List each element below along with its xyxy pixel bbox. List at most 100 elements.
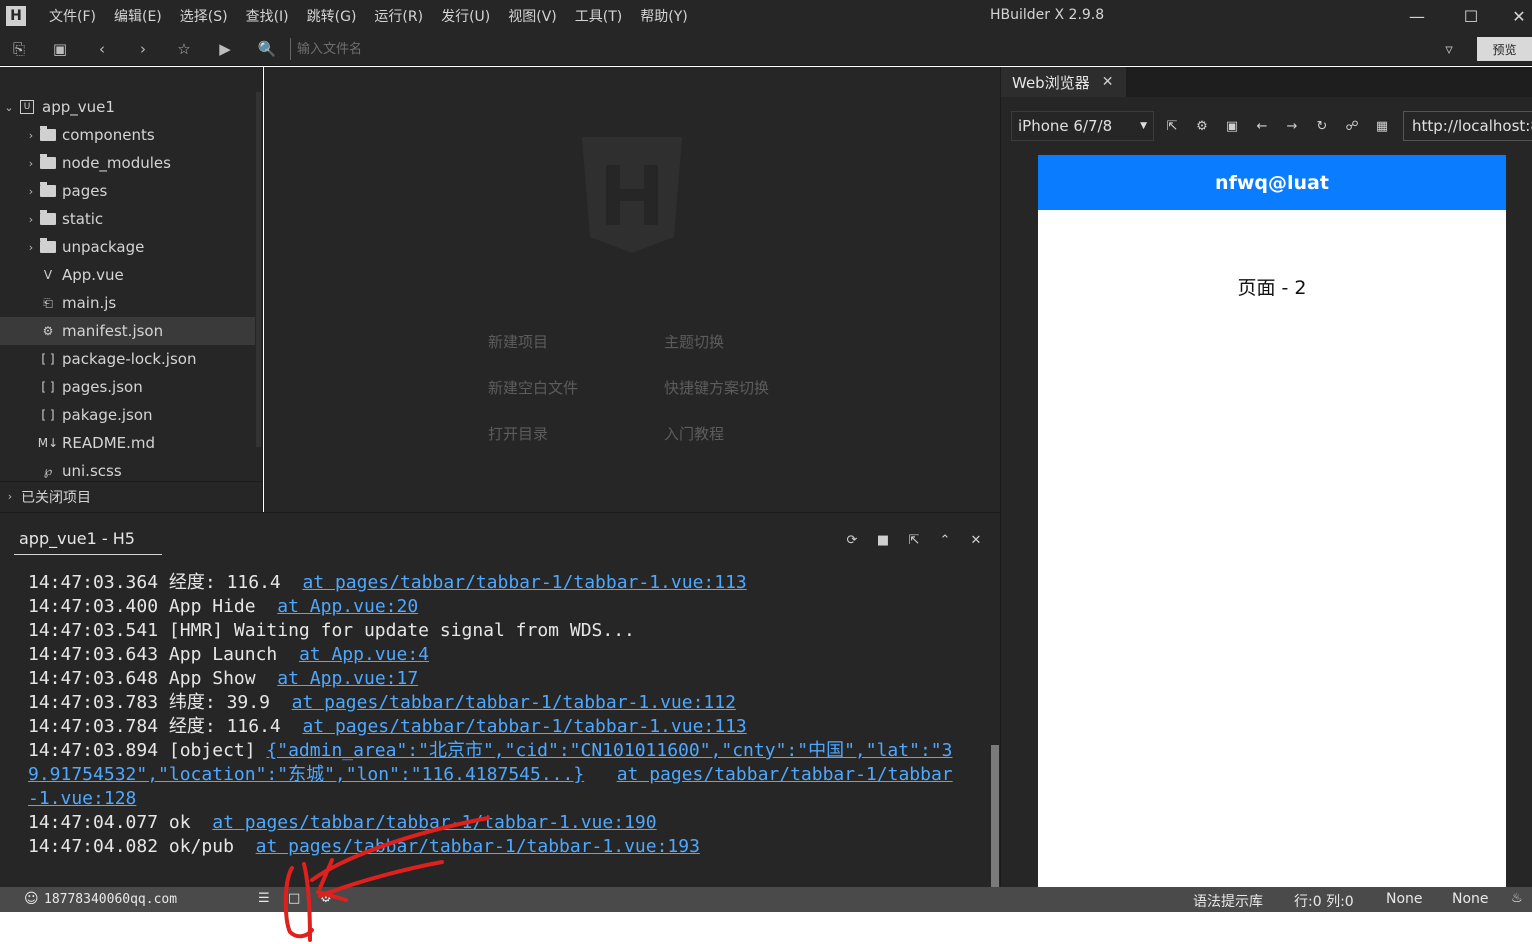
keymap-switch-link[interactable]: 快捷键方案切换 xyxy=(664,377,769,398)
sidebar-item-pakage-json[interactable]: [ ] pakage.json xyxy=(0,401,255,429)
close-tab-icon[interactable]: ✕ xyxy=(1102,74,1114,90)
new-file-icon[interactable]: ⎘ xyxy=(10,40,28,58)
log-line: 9.91754532","location":"东城","lon":"116.4… xyxy=(28,763,978,787)
sidebar-item-manifest-json[interactable]: ⚙ manifest.json xyxy=(0,317,255,345)
restart-icon[interactable]: ⟳ xyxy=(843,531,861,549)
sidebar-item-unpackage[interactable]: › unpackage xyxy=(0,233,255,261)
source-link[interactable]: at pages/tabbar/tabbar-1/tabbar xyxy=(617,764,953,785)
menu-item[interactable]: 文件(F) xyxy=(40,6,105,26)
preview-file-icon[interactable]: 🔍 xyxy=(258,40,277,58)
maximize-icon[interactable]: ☐ xyxy=(1448,0,1494,32)
close-window-icon[interactable]: ✕ xyxy=(1496,0,1532,32)
sidebar-item-readme-md[interactable]: M↓ README.md xyxy=(0,429,255,457)
user-icon[interactable]: ☺ xyxy=(24,891,39,907)
clear-log-icon[interactable]: ✕ xyxy=(967,531,985,549)
menu-item[interactable]: 帮助(Y) xyxy=(631,6,696,26)
log-line: 14:47:03.643 App Launch at App.vue:4 xyxy=(28,643,978,667)
source-link[interactable]: at pages/tabbar/tabbar-1/tabbar-1.vue:11… xyxy=(292,692,736,713)
log-text: App Show xyxy=(168,668,256,689)
source-link[interactable]: {"admin_area":"北京市","cid":"CN101011600",… xyxy=(266,740,952,761)
log-text: 经度: 116.4 xyxy=(168,572,281,593)
sidebar-item-label: package-lock.json xyxy=(62,350,197,368)
sidebar-scrollbar[interactable] xyxy=(256,92,261,447)
sidebar-item-label: pakage.json xyxy=(62,406,153,424)
menu-item[interactable]: 发行(U) xyxy=(432,6,499,26)
url-field[interactable]: http://localhost:8 xyxy=(1403,111,1532,141)
source-link[interactable]: 9.91754532","location":"东城","lon":"116.4… xyxy=(28,764,584,785)
menu-item[interactable]: 跳转(G) xyxy=(298,6,366,26)
status-bar: ☺ 18778340060qq.com ☰ □ ⚙ 语法提示库 行:0 列:0 … xyxy=(0,887,1532,912)
qrcode-icon[interactable]: ▦ xyxy=(1373,117,1391,135)
file-search-input[interactable] xyxy=(290,38,650,60)
menu-item[interactable]: 选择(S) xyxy=(171,6,237,26)
phone-viewport: nfwq@luat 页面 - 2 xyxy=(1038,155,1506,887)
closed-projects[interactable]: › 已关闭项目 xyxy=(0,481,262,511)
device-select-value: iPhone 6/7/8 xyxy=(1018,117,1113,135)
run-icon[interactable]: ▶ xyxy=(216,40,234,58)
sidebar-item-app-vue[interactable]: V App.vue xyxy=(0,261,255,289)
source-link[interactable]: -1.vue:128 xyxy=(28,788,136,809)
project-icon: U xyxy=(20,100,34,114)
settings-icon[interactable]: ⚙ xyxy=(1193,117,1211,135)
syntax-library[interactable]: 语法提示库 xyxy=(1193,891,1263,911)
minimize-icon[interactable]: — xyxy=(1394,0,1440,32)
star-icon[interactable]: ☆ xyxy=(175,40,193,58)
json-file-icon: [ ] xyxy=(41,352,55,366)
filter-icon[interactable]: ▿ xyxy=(1440,40,1458,58)
menu-item[interactable]: 运行(R) xyxy=(365,6,432,26)
source-link[interactable]: at pages/tabbar/tabbar-1/tabbar-1.vue:19… xyxy=(256,836,700,857)
source-link[interactable]: at App.vue:17 xyxy=(277,668,418,689)
new-blank-file-link[interactable]: 新建空白文件 xyxy=(488,377,578,398)
folder-icon xyxy=(38,182,58,197)
new-project-link[interactable]: 新建项目 xyxy=(488,331,548,352)
forward-arrow-icon[interactable]: → xyxy=(1283,117,1301,135)
menu-item[interactable]: 视图(V) xyxy=(499,6,566,26)
save-icon[interactable]: ▣ xyxy=(51,40,69,58)
source-link[interactable]: at App.vue:20 xyxy=(277,596,418,617)
log-text: 14:47:03.894 [object] xyxy=(28,740,267,761)
menu-item[interactable]: 查找(I) xyxy=(237,6,298,26)
caret-down-icon: ▼ xyxy=(1140,121,1147,131)
web-browser-tab[interactable]: Web浏览器 ✕ xyxy=(1001,67,1126,97)
sidebar-item-package-lock-json[interactable]: [ ] package-lock.json xyxy=(0,345,255,373)
back-arrow-icon[interactable]: ← xyxy=(1253,117,1271,135)
source-link[interactable]: at pages/tabbar/tabbar-1/tabbar-1.vue:11… xyxy=(302,572,746,593)
console-tab[interactable]: app_vue1 - H5 xyxy=(14,529,162,555)
menu-item[interactable]: 编辑(E) xyxy=(105,6,171,26)
project-root[interactable]: ⌄ U app_vue1 xyxy=(0,93,255,121)
export-log-icon[interactable]: ⇱ xyxy=(905,531,923,549)
source-link[interactable]: at pages/tabbar/tabbar-1/tabbar-1.vue:11… xyxy=(302,716,746,737)
open-folder-link[interactable]: 打开目录 xyxy=(488,423,548,444)
sidebar-item-static[interactable]: › static xyxy=(0,205,255,233)
bell-icon[interactable]: ♨ xyxy=(1511,891,1523,906)
list-icon[interactable]: ☰ xyxy=(258,891,270,906)
back-icon[interactable]: ‹ xyxy=(93,40,111,58)
log-line: 14:47:03.784 经度: 116.4 at pages/tabbar/t… xyxy=(28,715,978,739)
source-link[interactable]: at pages/tabbar/tabbar-1/tabbar-1.vue:19… xyxy=(212,812,656,833)
stop-icon[interactable]: ■ xyxy=(874,531,892,549)
devtools-icon[interactable]: ▣ xyxy=(1223,117,1241,135)
sidebar-item-label: manifest.json xyxy=(62,322,164,340)
lock-icon[interactable]: ☍ xyxy=(1343,117,1361,135)
sidebar-item-node-modules[interactable]: › node_modules xyxy=(0,149,255,177)
menu-item[interactable]: 工具(T) xyxy=(566,6,631,26)
theme-switch-link[interactable]: 主题切换 xyxy=(664,331,724,352)
plugin-icon[interactable]: ⚙ xyxy=(320,891,332,906)
refresh-icon[interactable]: ↻ xyxy=(1313,117,1331,135)
sidebar-item-pages-json[interactable]: [ ] pages.json xyxy=(0,373,255,401)
sidebar-item-pages[interactable]: › pages xyxy=(0,177,255,205)
preview-button[interactable]: 预览 xyxy=(1477,37,1532,61)
source-link[interactable]: at App.vue:4 xyxy=(299,644,429,665)
console-scrollbar[interactable] xyxy=(991,745,999,887)
sidebar-item-components[interactable]: › components xyxy=(0,121,255,149)
forward-icon[interactable]: › xyxy=(134,40,152,58)
tutorial-link[interactable]: 入门教程 xyxy=(664,423,724,444)
encoding-label[interactable]: None xyxy=(1386,891,1423,907)
sidebar-item-main-js[interactable]: ⎗ main.js xyxy=(0,289,255,317)
language-label[interactable]: None xyxy=(1452,891,1489,907)
chevron-up-icon[interactable]: ⌃ xyxy=(936,531,954,549)
terminal-icon[interactable]: □ xyxy=(288,891,300,906)
device-select[interactable]: iPhone 6/7/8 ▼ xyxy=(1011,111,1154,141)
rotate-icon[interactable]: ⇱ xyxy=(1163,117,1181,135)
account-label[interactable]: 18778340060qq.com xyxy=(44,892,177,907)
